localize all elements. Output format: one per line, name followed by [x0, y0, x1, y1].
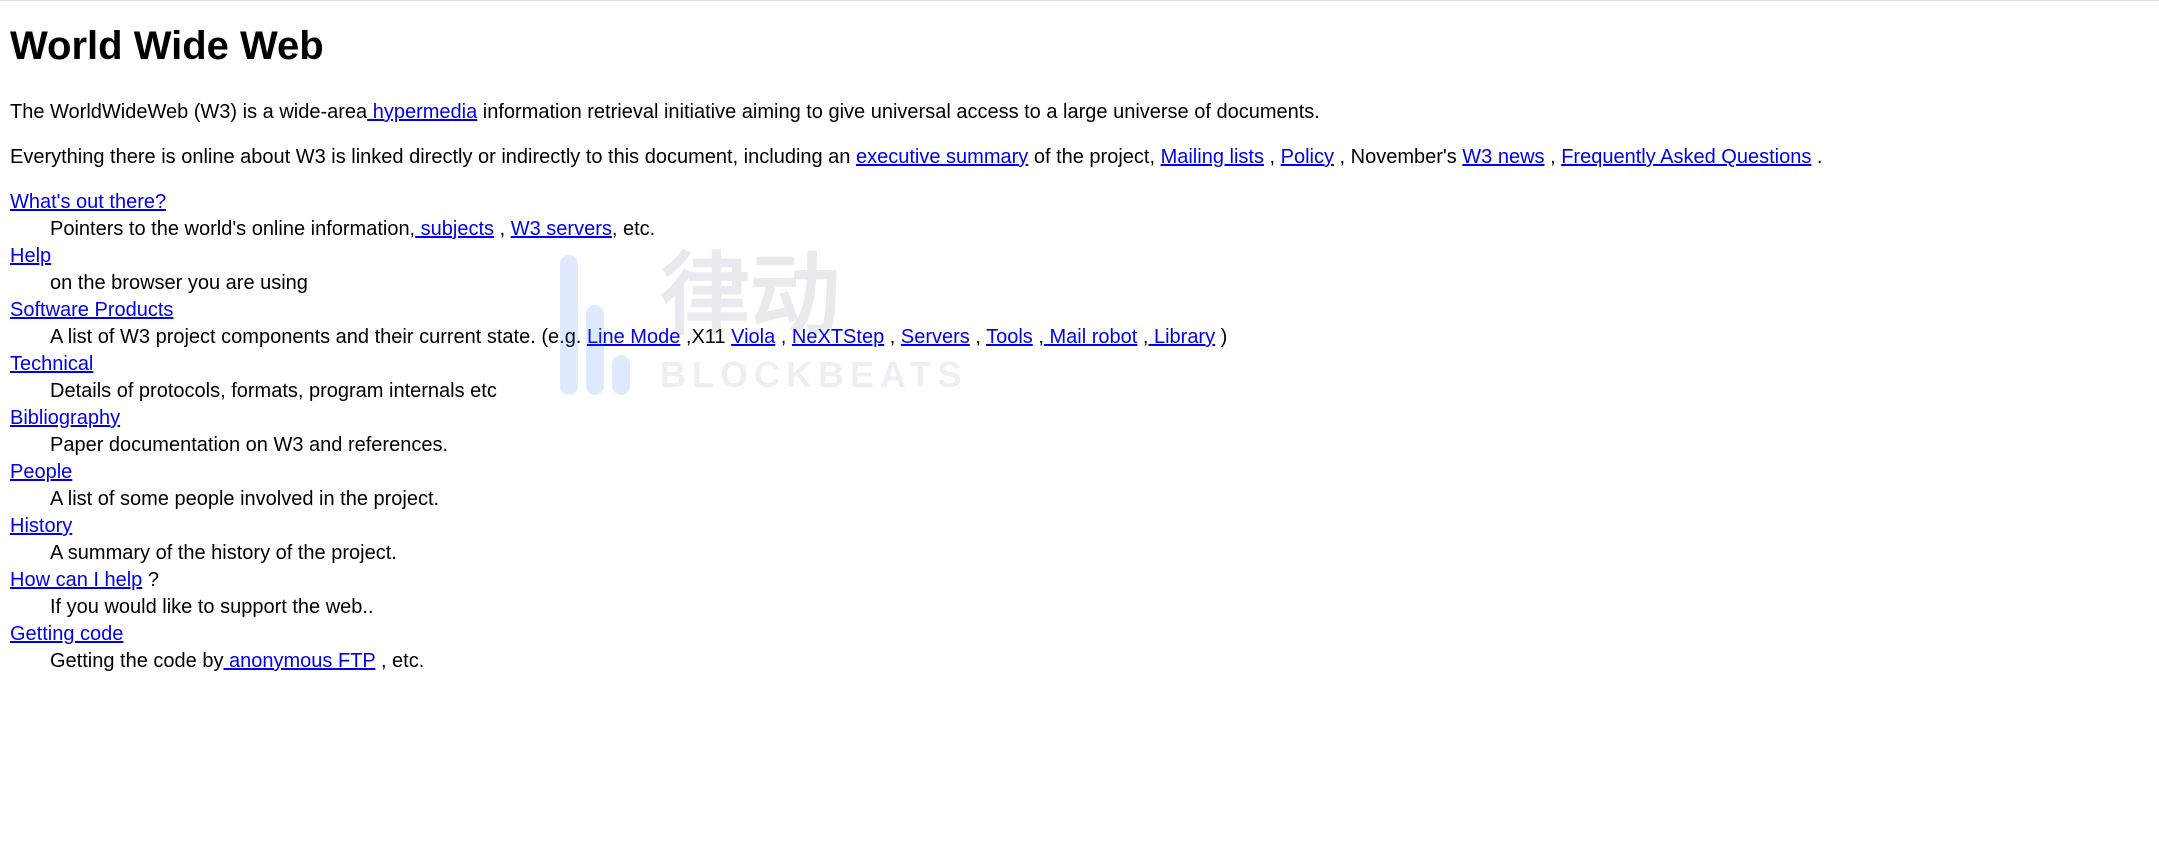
desc-help: on the browser you are using [50, 270, 2149, 297]
intro-post: information retrieval initiative aiming … [477, 101, 1320, 123]
desc-technical: Details of protocols, formats, program i… [50, 378, 2149, 405]
definition-list: What's out there? Pointers to the world'… [10, 189, 2149, 675]
link-subjects[interactable]: subjects [415, 218, 494, 240]
link-mailing-lists[interactable]: Mailing lists [1161, 146, 1264, 168]
p2-s4: , November's [1334, 146, 1462, 168]
link-servers[interactable]: Servers [901, 326, 970, 348]
link-software-products[interactable]: Software Products [10, 299, 173, 321]
link-hypermedia[interactable]: hypermedia [367, 101, 477, 123]
sw-d8: ) [1215, 326, 1227, 348]
link-w3-servers[interactable]: W3 servers [511, 218, 612, 240]
p2-s3: , [1264, 146, 1281, 168]
getting-d1: Getting the code by [50, 650, 223, 672]
intro-paragraph: The WorldWideWeb (W3) is a wide-area hyp… [10, 99, 2149, 126]
sw-d5: , [970, 326, 986, 348]
link-nextstep[interactable]: NeXTStep [792, 326, 884, 348]
link-how-can-i-help[interactable]: How can I help [10, 569, 142, 591]
link-help[interactable]: Help [10, 245, 51, 267]
link-history[interactable]: History [10, 515, 72, 537]
desc-software-products: A list of W3 project components and thei… [50, 324, 2149, 351]
link-w3-news[interactable]: W3 news [1462, 146, 1544, 168]
link-line-mode[interactable]: Line Mode [587, 326, 680, 348]
getting-d2: , etc. [375, 650, 424, 672]
sw-d7: , [1137, 326, 1148, 348]
p2-s2: of the project, [1028, 146, 1160, 168]
desc-getting-code: Getting the code by anonymous FTP , etc. [50, 648, 2149, 675]
link-people[interactable]: People [10, 461, 72, 483]
p2-s6: . [1811, 146, 1822, 168]
link-bibliography[interactable]: Bibliography [10, 407, 120, 429]
link-faq[interactable]: Frequently Asked Questions [1561, 146, 1811, 168]
desc-whats-out-there: Pointers to the world's online informati… [50, 216, 2149, 243]
sw-d6: , [1033, 326, 1044, 348]
whats-d3: , etc. [612, 218, 655, 240]
link-whats-out-there[interactable]: What's out there? [10, 191, 166, 213]
p2-s1: Everything there is online about W3 is l… [10, 146, 856, 168]
sw-d3: , [775, 326, 792, 348]
page-title: World Wide Web [10, 19, 2149, 73]
link-technical[interactable]: Technical [10, 353, 93, 375]
intro-pre: The WorldWideWeb (W3) is a wide-area [10, 101, 367, 123]
second-paragraph: Everything there is online about W3 is l… [10, 144, 2149, 171]
desc-bibliography: Paper documentation on W3 and references… [50, 432, 2149, 459]
sw-d1: A list of W3 project components and thei… [50, 326, 587, 348]
desc-how-can-i-help: If you would like to support the web.. [50, 594, 2149, 621]
p2-s5: , [1545, 146, 1562, 168]
link-mail-robot[interactable]: Mail robot [1044, 326, 1137, 348]
sw-d4: , [884, 326, 901, 348]
desc-history: A summary of the history of the project. [50, 540, 2149, 567]
link-getting-code[interactable]: Getting code [10, 623, 123, 645]
link-policy[interactable]: Policy [1281, 146, 1334, 168]
howhelp-qm: ? [142, 569, 159, 591]
link-tools[interactable]: Tools [986, 326, 1033, 348]
whats-d2: , [494, 218, 511, 240]
whats-d1: Pointers to the world's online informati… [50, 218, 415, 240]
link-executive-summary[interactable]: executive summary [856, 146, 1028, 168]
link-anonymous-ftp[interactable]: anonymous FTP [223, 650, 375, 672]
link-viola[interactable]: Viola [731, 326, 775, 348]
desc-people: A list of some people involved in the pr… [50, 486, 2149, 513]
link-library[interactable]: Library [1148, 326, 1215, 348]
sw-d2: ,X11 [680, 326, 731, 348]
